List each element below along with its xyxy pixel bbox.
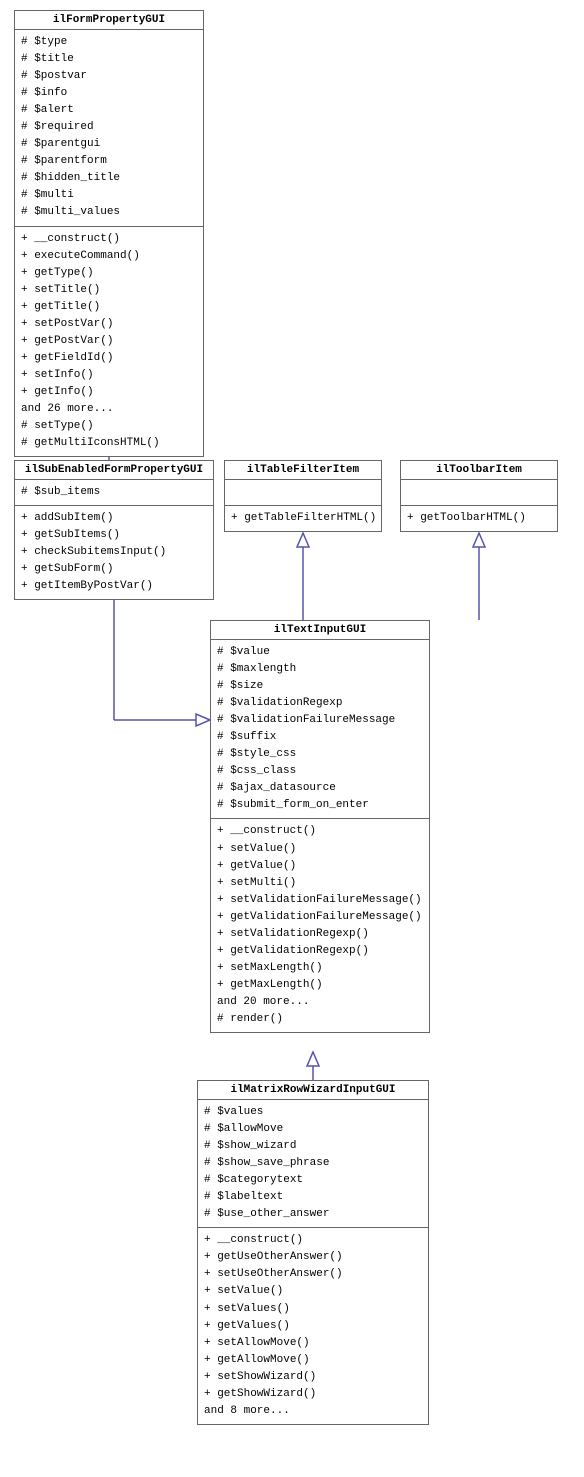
ilSubEnabledFormPropertyGUI-methods: + addSubItem() + getSubItems() + checkSu… [15,506,213,599]
ilTableFilterItem-title: ilTableFilterItem [225,461,381,480]
ilMatrixRowWizardInputGUI-box: ilMatrixRowWizardInputGUI # $values # $a… [197,1080,429,1425]
ilTextInputGUI-title: ilTextInputGUI [211,621,429,640]
ilMatrixRowWizardInputGUI-title: ilMatrixRowWizardInputGUI [198,1081,428,1100]
ilToolbarItem-methods: + getToolbarHTML() [401,506,557,531]
diagram-container: ilFormPropertyGUI # $type # $title # $po… [0,0,584,1477]
ilTableFilterItem-box: ilTableFilterItem + getTableFilterHTML() [224,460,382,532]
ilFormPropertyGUI-methods: + __construct() + executeCommand() + get… [15,227,203,457]
ilTextInputGUI-fields: # $value # $maxlength # $size # $validat… [211,640,429,819]
ilSubEnabledFormPropertyGUI-fields: # $sub_items [15,480,213,506]
ilToolbarItem-fields [401,480,557,506]
ilFormPropertyGUI-box: ilFormPropertyGUI # $type # $title # $po… [14,10,204,457]
ilTextInputGUI-box: ilTextInputGUI # $value # $maxlength # $… [210,620,430,1033]
ilMatrixRowWizardInputGUI-fields: # $values # $allowMove # $show_wizard # … [198,1100,428,1228]
ilSubEnabledFormPropertyGUI-title: ilSubEnabledFormPropertyGUI [15,461,213,480]
ilMatrixRowWizardInputGUI-methods: + __construct() + getUseOtherAnswer() + … [198,1228,428,1424]
ilTableFilterItem-methods: + getTableFilterHTML() [225,506,381,531]
ilToolbarItem-box: ilToolbarItem + getToolbarHTML() [400,460,558,532]
ilTextInputGUI-methods: + __construct() + setValue() + getValue(… [211,819,429,1032]
ilFormPropertyGUI-fields: # $type # $title # $postvar # $info # $a… [15,30,203,227]
ilToolbarItem-title: ilToolbarItem [401,461,557,480]
ilFormPropertyGUI-title: ilFormPropertyGUI [15,11,203,30]
ilTableFilterItem-fields [225,480,381,506]
ilSubEnabledFormPropertyGUI-box: ilSubEnabledFormPropertyGUI # $sub_items… [14,460,214,600]
